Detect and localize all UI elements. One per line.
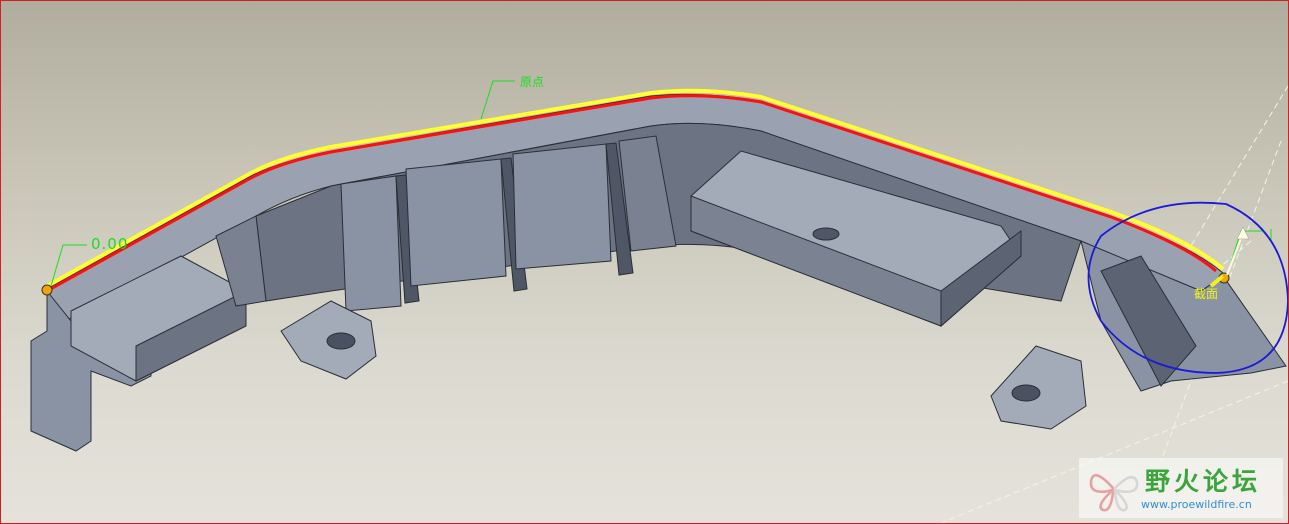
part-model[interactable] [30,93,1287,452]
model-graphics[interactable] [1,1,1288,523]
start-point-marker[interactable] [41,284,53,296]
watermark-url: www.proewildfire.cn [1141,498,1252,511]
forum-watermark: 野火论坛 www.proewildfire.cn [1079,458,1283,518]
cad-viewport[interactable]: 原点 0.00 截面 野火论坛 www.proewildfire.cn [0,0,1289,524]
part-tab-right [990,345,1087,430]
tab-right-hole [1011,384,1041,402]
tab-left-hole [326,332,356,350]
dimension-label[interactable]: 0.00 [91,237,128,252]
part-hole [812,227,840,241]
watermark-title: 野火论坛 [1145,467,1262,496]
origin-label: 原点 [520,75,545,89]
butterfly-logo-icon [1089,474,1139,512]
section-label: 截面 [1194,287,1219,301]
